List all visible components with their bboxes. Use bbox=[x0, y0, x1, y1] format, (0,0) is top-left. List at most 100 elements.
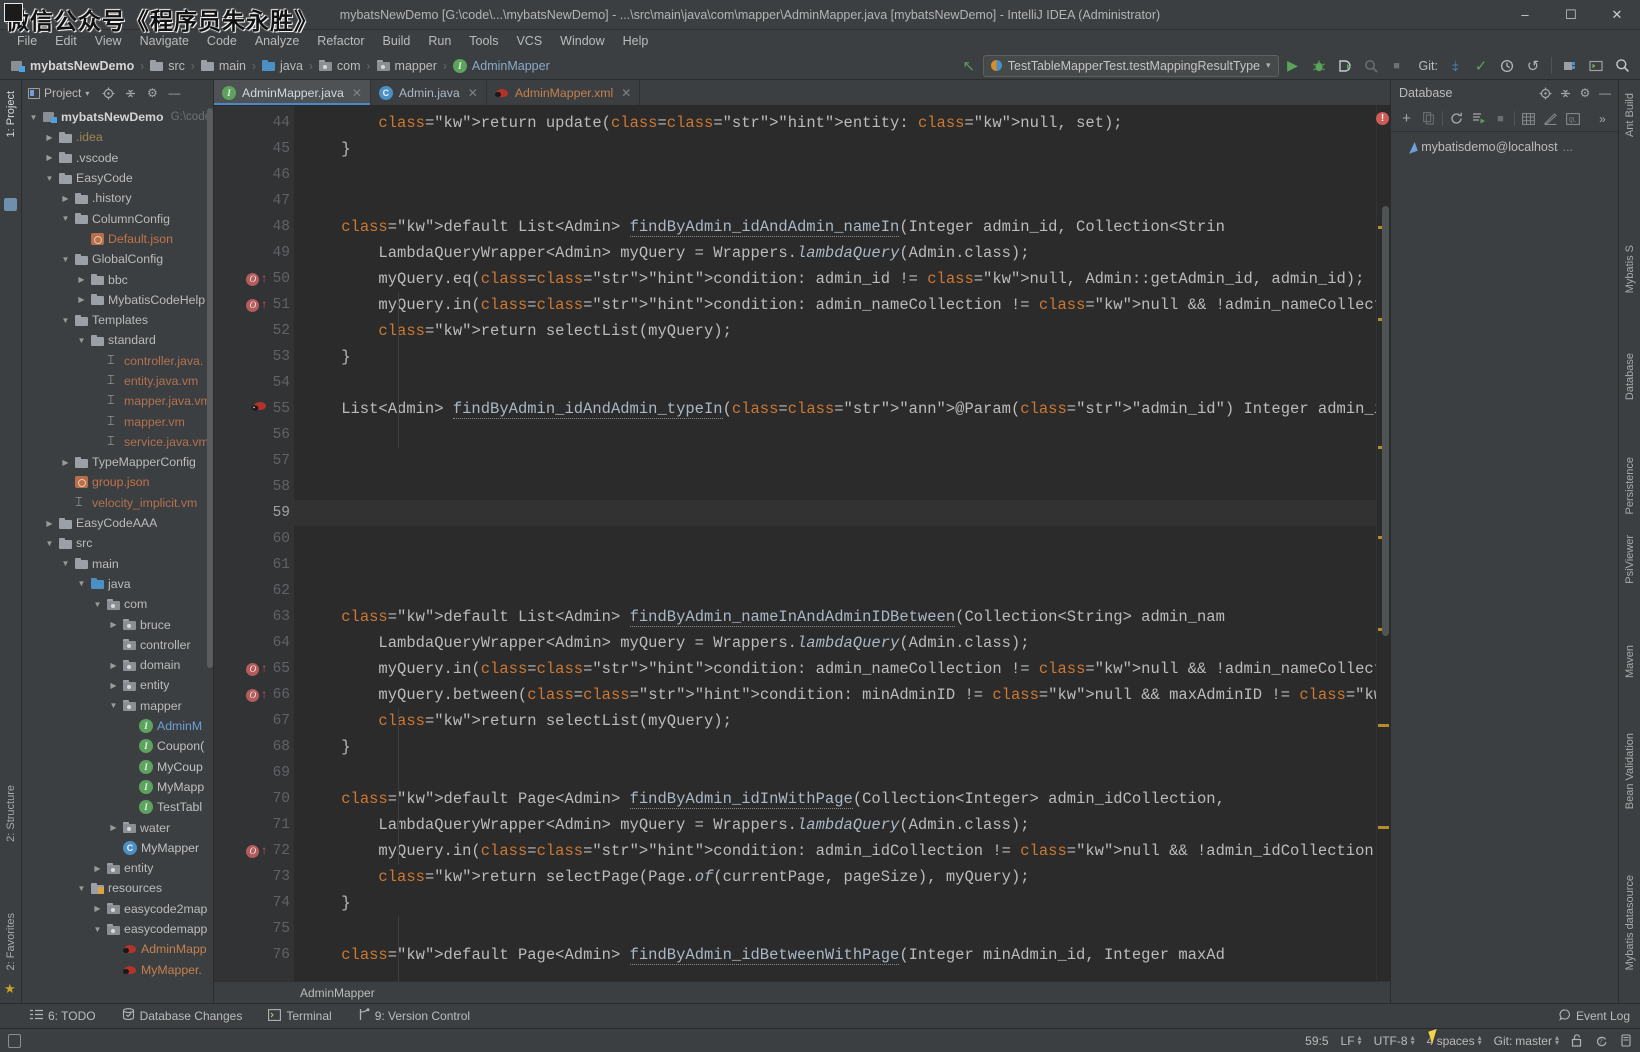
collapse-all-icon[interactable] bbox=[1556, 84, 1574, 102]
twisty-expanded-icon[interactable]: ▼ bbox=[60, 316, 71, 325]
run-configuration-selector[interactable]: TestTableMapperTest.testMappingResultTyp… bbox=[983, 55, 1279, 77]
toolwindow-todo[interactable]: 6: TODO bbox=[26, 1007, 100, 1025]
gutter-line[interactable]: 56 bbox=[214, 422, 294, 448]
twisty-expanded-icon[interactable]: ▼ bbox=[92, 925, 103, 934]
profile-button[interactable] bbox=[1359, 54, 1383, 78]
caret-position[interactable]: 59:5 bbox=[1305, 1034, 1328, 1048]
code-line[interactable]: } bbox=[294, 890, 1376, 916]
code-line[interactable] bbox=[294, 370, 1376, 396]
twisty-expanded-icon[interactable]: ▼ bbox=[76, 884, 87, 893]
code-line[interactable]: class="kw">default Page<Admin> findByAdm… bbox=[294, 786, 1376, 812]
twisty-expanded-icon[interactable]: ▼ bbox=[44, 174, 55, 183]
gutter-line[interactable]: O↑51 bbox=[214, 292, 294, 318]
twisty-collapsed-icon[interactable]: ▶ bbox=[76, 275, 87, 284]
tree-item[interactable]: ▶bbc bbox=[22, 269, 213, 289]
breadcrumb-item-java[interactable]: java bbox=[257, 58, 308, 74]
warning-marker[interactable] bbox=[1378, 724, 1389, 727]
toolwindow-version-control[interactable]: 9: Version Control bbox=[354, 1006, 474, 1026]
gutter-line[interactable]: 74 bbox=[214, 890, 294, 916]
code-line[interactable]: myQuery.eq(class=class="str">"hint">cond… bbox=[294, 266, 1376, 292]
tree-item[interactable]: ▼ColumnConfig bbox=[22, 208, 213, 228]
tree-item[interactable]: ▶IAdminM bbox=[22, 716, 213, 736]
rail-tab-maven[interactable]: Maven bbox=[1619, 640, 1640, 683]
tree-item[interactable]: ▼GlobalConfig bbox=[22, 249, 213, 269]
back-arrow-icon[interactable]: ↖ bbox=[957, 54, 981, 78]
code-line[interactable] bbox=[294, 188, 1376, 214]
breadcrumb-item-main[interactable]: main bbox=[196, 58, 251, 74]
toolwindow-terminal[interactable]: Terminal bbox=[264, 1007, 335, 1026]
code-line[interactable]: class="kw">default List<Admin> findByAdm… bbox=[294, 604, 1376, 630]
code-editor[interactable]: class="kw">return update(class=class="st… bbox=[294, 106, 1376, 1003]
rail-tab-database[interactable]: Database bbox=[1619, 348, 1640, 405]
sql-icon[interactable]: QL bbox=[1562, 108, 1583, 129]
menu-help[interactable]: Help bbox=[614, 32, 658, 50]
locate-icon[interactable] bbox=[99, 84, 117, 102]
encoding[interactable]: UTF-8 ▴▾ bbox=[1374, 1034, 1415, 1048]
tree-item[interactable]: ▶MyMapper. bbox=[22, 959, 213, 979]
project-panel-title[interactable]: Project ▾ bbox=[28, 86, 89, 100]
tree-item[interactable]: ▶entity bbox=[22, 858, 213, 878]
memory-indicator-icon[interactable] bbox=[1620, 1034, 1632, 1047]
database-tree[interactable]: ◢ mybatisdemo@localhost ... bbox=[1391, 132, 1618, 1003]
twisty-collapsed-icon[interactable]: ▶ bbox=[60, 458, 71, 467]
twisty-collapsed-icon[interactable]: ▶ bbox=[92, 864, 103, 873]
tree-item[interactable]: ▼src bbox=[22, 533, 213, 553]
close-button[interactable]: ✕ bbox=[1594, 0, 1640, 30]
code-line[interactable]: List<Admin> findByAdmin_idAndAdmin_typeI… bbox=[294, 396, 1376, 422]
gutter-line[interactable]: 52 bbox=[214, 318, 294, 344]
gutter-line[interactable]: 62 bbox=[214, 578, 294, 604]
gutter-line[interactable]: 47▶ bbox=[214, 188, 294, 214]
rail-tab-project[interactable]: 1: Project bbox=[0, 86, 22, 142]
code-line[interactable]: } bbox=[294, 136, 1376, 162]
editor-tab-adminmapper-java[interactable]: I AdminMapper.java ✕ bbox=[214, 80, 371, 105]
tree-item[interactable]: ▶domain bbox=[22, 655, 213, 675]
gutter-line[interactable]: 54 bbox=[214, 370, 294, 396]
tree-item[interactable]: ▶service.java.vm bbox=[22, 432, 213, 452]
twisty-collapsed-icon[interactable]: ▶ bbox=[108, 681, 119, 690]
tree-item[interactable]: ▶TypeMapperConfig bbox=[22, 452, 213, 472]
implementing-method-arrow-icon[interactable]: ↑ bbox=[260, 845, 267, 857]
code-line[interactable] bbox=[294, 526, 1376, 552]
twisty-collapsed-icon[interactable]: ▶ bbox=[60, 194, 71, 203]
breadcrumb-item-src[interactable]: src bbox=[145, 58, 190, 74]
warning-marker[interactable] bbox=[1378, 826, 1389, 829]
marker-column[interactable]: ! bbox=[1376, 106, 1390, 1003]
add-icon[interactable]: + bbox=[1396, 108, 1417, 129]
breadcrumb-item-adminmapper[interactable]: I AdminMapper bbox=[448, 58, 555, 74]
gutter-line[interactable]: O↑72 bbox=[214, 838, 294, 864]
twisty-collapsed-icon[interactable]: ▶ bbox=[92, 904, 103, 913]
memory-indicator-icon[interactable] bbox=[8, 1034, 21, 1048]
code-line[interactable]: myQuery.in(class=class="str">"hint">cond… bbox=[294, 838, 1376, 864]
code-line[interactable]: myQuery.in(class=class="str">"hint">cond… bbox=[294, 656, 1376, 682]
code-line[interactable] bbox=[294, 578, 1376, 604]
tree-item[interactable]: ▼main bbox=[22, 554, 213, 574]
menu-tools[interactable]: Tools bbox=[460, 32, 507, 50]
tree-item[interactable]: ▶.idea bbox=[22, 127, 213, 147]
stop-icon[interactable]: ■ bbox=[1490, 108, 1511, 129]
override-method-icon[interactable]: O bbox=[246, 689, 259, 702]
unlocked-icon[interactable] bbox=[1571, 1034, 1583, 1047]
more-icon[interactable]: » bbox=[1592, 108, 1613, 129]
gutter-line[interactable]: 69 bbox=[214, 760, 294, 786]
project-tree-scrollbar[interactable] bbox=[207, 108, 213, 668]
gutter-line[interactable]: 45 bbox=[214, 136, 294, 162]
tree-item[interactable]: ▼mybatsNewDemoG:\code bbox=[22, 107, 213, 127]
code-line[interactable] bbox=[294, 422, 1376, 448]
editor-tab-adminmapper-xml[interactable]: AdminMapper.xml ✕ bbox=[487, 80, 640, 105]
tree-item[interactable]: ▼easycodemapp bbox=[22, 919, 213, 939]
twisty-expanded-icon[interactable]: ▼ bbox=[60, 559, 71, 568]
copy-icon[interactable] bbox=[1418, 108, 1439, 129]
gutter-line[interactable]: 55 bbox=[214, 396, 294, 422]
implementing-method-arrow-icon[interactable]: ↑ bbox=[260, 299, 267, 311]
tree-item[interactable]: ▶CMyMapper bbox=[22, 838, 213, 858]
locate-icon[interactable] bbox=[1536, 84, 1554, 102]
code-line[interactable]: myQuery.in(class=class="str">"hint">cond… bbox=[294, 292, 1376, 318]
edit-icon[interactable] bbox=[1540, 108, 1561, 129]
event-log-button[interactable]: Event Log bbox=[1559, 1009, 1640, 1024]
code-line[interactable] bbox=[294, 500, 1376, 526]
editor-scrollbar[interactable] bbox=[1382, 206, 1389, 636]
tree-item[interactable]: ▼standard bbox=[22, 330, 213, 350]
tree-item[interactable]: ▶IMyMapp bbox=[22, 777, 213, 797]
tree-item[interactable]: ▶mapper.java.vm bbox=[22, 391, 213, 411]
close-icon[interactable]: ✕ bbox=[352, 86, 362, 100]
